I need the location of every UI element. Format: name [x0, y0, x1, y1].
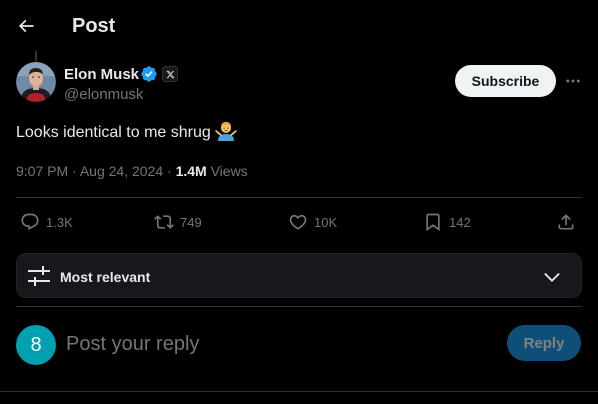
repost-count: 749 [180, 214, 202, 230]
bookmark-icon [426, 213, 440, 232]
back-button[interactable] [10, 10, 42, 42]
post-meta: 9:07 PM · Aug 24, 2024 · 1.4M Views [16, 162, 248, 180]
reply-action-button[interactable]: 1.3K [20, 210, 73, 234]
x-affiliate-badge[interactable] [162, 66, 178, 82]
chevron-down-icon [544, 272, 560, 282]
reply-input[interactable] [66, 330, 486, 358]
bookmark-action-button[interactable]: 142 [423, 210, 471, 234]
like-action-button[interactable]: 10K [288, 210, 337, 234]
sliders-icon [28, 266, 50, 286]
x-logo-icon [165, 70, 175, 78]
subscribe-button[interactable]: Subscribe [455, 65, 556, 97]
share-action-button[interactable] [556, 210, 582, 234]
like-count: 10K [314, 214, 338, 230]
author-display-name[interactable]: Elon Musk [64, 66, 139, 84]
post-date[interactable]: Aug 24, 2024 [80, 163, 163, 179]
views-count: 1.4M [175, 163, 207, 179]
reply-count: 1.3K [46, 214, 73, 230]
sort-label: Most relevant [60, 269, 151, 285]
more-horizontal-icon [566, 79, 580, 83]
person-shrugging-icon [214, 122, 237, 141]
divider [0, 391, 598, 392]
arrow-left-icon [18, 19, 34, 33]
meta-separator: · [167, 163, 172, 179]
avatar[interactable] [16, 62, 56, 102]
reply-submit-button[interactable]: Reply [507, 325, 581, 361]
shrug-emoji [214, 121, 237, 148]
repost-action-button[interactable]: 749 [154, 210, 202, 234]
bookmark-count: 142 [449, 214, 471, 230]
post-text-body: Looks identical to me shrug [16, 124, 211, 141]
post-time[interactable]: 9:07 PM [16, 163, 68, 179]
more-options-button[interactable] [561, 70, 585, 92]
share-icon [558, 214, 574, 230]
verified-badge-icon [141, 66, 157, 82]
repost-icon [154, 215, 174, 229]
avatar-photo [16, 62, 56, 102]
divider [16, 197, 582, 198]
author-handle[interactable]: @elonmusk [64, 86, 143, 104]
page-title: Post [72, 15, 116, 37]
post-text: Looks identical to me shrug [16, 121, 237, 148]
views-label: Views [210, 163, 248, 179]
reply-sort-selector[interactable]: Most relevant [16, 253, 582, 298]
heart-icon [289, 214, 307, 230]
reply-icon [21, 213, 39, 231]
thread-connector-line [35, 51, 37, 61]
current-user-avatar[interactable]: 8 [16, 325, 56, 365]
divider [16, 306, 582, 307]
meta-separator: · [72, 163, 77, 179]
